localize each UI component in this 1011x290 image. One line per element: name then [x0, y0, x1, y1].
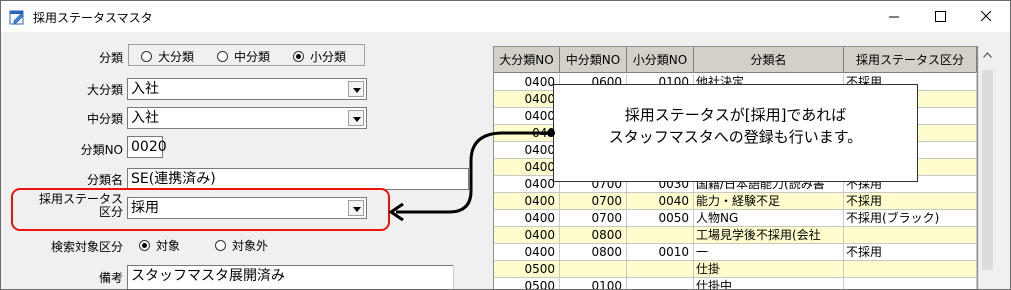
- window: 採用ステータスマスタ 分類 大分類 中分類 小分類 大分類 入社 中分類 入社 …: [0, 0, 1011, 290]
- connector-arrow-icon: [388, 129, 555, 222]
